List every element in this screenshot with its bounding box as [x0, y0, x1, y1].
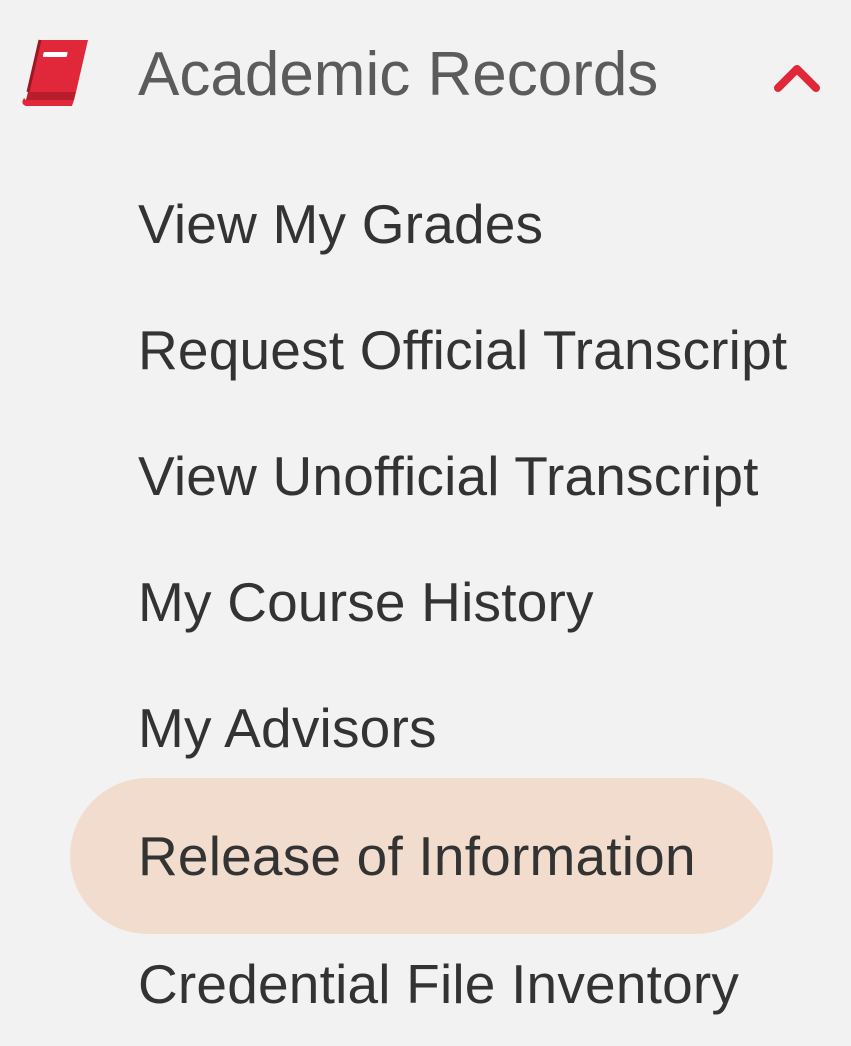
- academic-records-menu: Academic Records View My Grades Request …: [0, 0, 851, 1024]
- menu-item-my-advisors[interactable]: My Advisors: [70, 666, 773, 790]
- menu-item-label: My Advisors: [138, 697, 437, 759]
- book-icon: [18, 32, 96, 110]
- menu-item-release-of-information[interactable]: Release of Information: [70, 778, 773, 934]
- menu-item-request-official-transcript[interactable]: Request Official Transcript: [70, 288, 787, 412]
- menu-item-view-unofficial-transcript[interactable]: View Unofficial Transcript: [70, 414, 773, 538]
- menu-item-credential-file-inventory[interactable]: Credential File Inventory: [70, 922, 773, 1046]
- section-title: Academic Records: [138, 40, 659, 109]
- chevron-up-icon[interactable]: [772, 60, 822, 94]
- menu-item-view-my-grades[interactable]: View My Grades: [70, 162, 773, 286]
- menu-item-label: Release of Information: [138, 825, 696, 887]
- menu-item-label: My Course History: [138, 571, 594, 633]
- academic-records-header[interactable]: Academic Records: [0, 20, 851, 130]
- menu-item-label: View My Grades: [138, 193, 544, 255]
- menu-item-label: Request Official Transcript: [138, 319, 788, 381]
- menu-item-label: View Unofficial Transcript: [138, 445, 759, 507]
- menu-item-my-course-history[interactable]: My Course History: [70, 540, 773, 664]
- menu-item-label: Credential File Inventory: [138, 953, 740, 1015]
